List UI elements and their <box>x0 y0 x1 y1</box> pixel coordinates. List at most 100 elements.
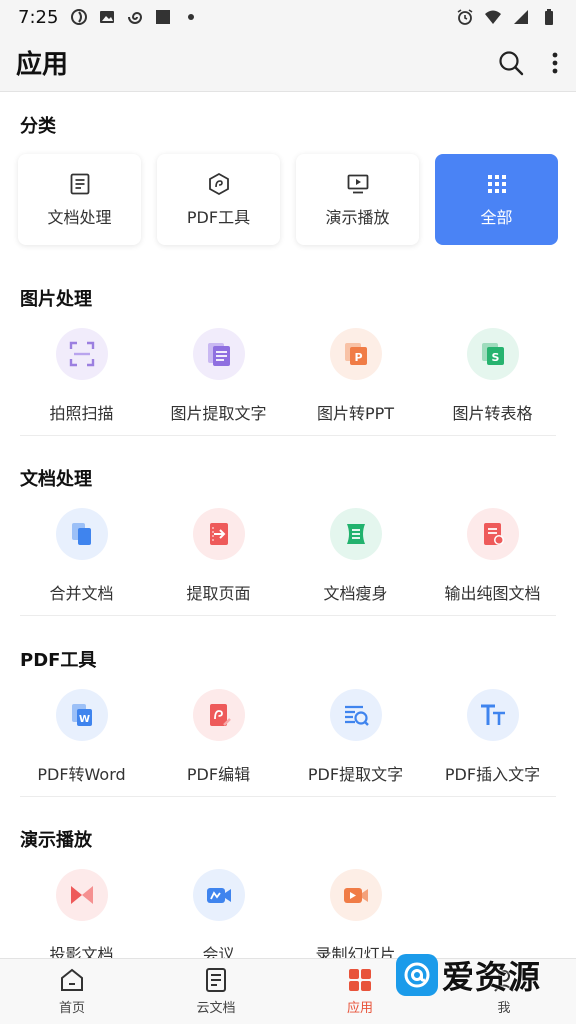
tool-label: 文档瘦身 <box>323 584 388 603</box>
nav-label: 首页 <box>58 1001 85 1016</box>
nav-cloud-docs[interactable]: 云文档 <box>144 959 288 1024</box>
swirl-notification-icon <box>128 12 143 24</box>
tool-merge-docs[interactable]: 合并文档 <box>13 508 150 604</box>
tool-label: 合并文档 <box>49 584 114 603</box>
tool-label: 图片转表格 <box>452 404 533 423</box>
pdf-edit-icon <box>209 704 231 726</box>
tool-pdf-edit[interactable]: PDF编辑 <box>150 689 287 785</box>
image-to-ppt-icon: P <box>344 343 367 365</box>
tool-label: 图片转PPT <box>316 404 395 423</box>
tool-photo-scan[interactable]: 拍照扫描 <box>13 328 150 424</box>
category-presentation[interactable]: 演示播放 <box>296 154 419 245</box>
cloud-doc-icon <box>206 968 226 992</box>
presentation-icon <box>347 174 368 193</box>
tool-label: 录制幻灯片 <box>315 945 396 958</box>
section-title-pdf-tools: PDF工具 <box>20 650 97 671</box>
signal-icon <box>514 10 528 24</box>
meeting-icon <box>206 888 231 903</box>
tool-label: 拍照扫描 <box>49 404 114 423</box>
tool-projection[interactable]: 投影文档 <box>13 869 150 958</box>
document-icon <box>70 173 89 194</box>
alarm-icon <box>457 9 473 25</box>
nav-label: 应用 <box>346 1001 373 1016</box>
tool-label: 提取页面 <box>186 584 251 603</box>
svg-text:P: P <box>354 351 362 364</box>
battery-icon <box>545 9 553 25</box>
apps-content[interactable]: 分类 文档处理 PDF工具 演示播放 全部 图片处理 拍照扫描 图片提取文字 P… <box>0 92 576 958</box>
tool-image-to-sheet[interactable]: S 图片转表格 <box>424 328 561 424</box>
tool-doc-slim[interactable]: 文档瘦身 <box>287 508 424 604</box>
section-title-presentation: 演示播放 <box>20 830 92 851</box>
app-notification-icon <box>71 9 88 25</box>
doc-processing-grid: 合并文档 提取页面 文档瘦身 输出纯图文档 <box>0 508 576 604</box>
presentation-grid: 投影文档 会议 录制幻灯片 <box>0 869 576 958</box>
watermark-text: 爱资源 <box>442 958 542 996</box>
tool-pdf-to-word[interactable]: W PDF转Word <box>13 689 150 785</box>
slim-icon <box>346 524 365 544</box>
search-icon[interactable] <box>498 50 524 76</box>
wifi-icon <box>485 10 501 24</box>
category-all[interactable]: 全部 <box>435 154 558 245</box>
section-title-doc-processing: 文档处理 <box>20 469 92 490</box>
dot-notification-icon <box>188 14 195 20</box>
record-slides-icon <box>343 888 368 903</box>
tool-label: PDF插入文字 <box>444 765 541 784</box>
tool-pdf-insert-text[interactable]: PDF插入文字 <box>424 689 561 785</box>
tool-label: PDF编辑 <box>186 765 251 784</box>
scan-icon <box>69 341 94 367</box>
pdf-to-word-icon: W <box>71 704 92 726</box>
pdf-icon <box>208 172 229 195</box>
tool-extract-pages[interactable]: 提取页面 <box>150 508 287 604</box>
tool-image-to-ppt[interactable]: P 图片转PPT <box>287 328 424 424</box>
pdf-insert-text-icon <box>480 704 505 725</box>
image-text-icon <box>207 343 230 366</box>
tool-label: PDF转Word <box>37 765 126 784</box>
category-pdf-tools[interactable]: PDF工具 <box>157 154 280 245</box>
pdf-extract-text-icon <box>344 705 369 726</box>
square-notification-icon <box>156 10 171 24</box>
home-icon <box>61 968 83 991</box>
tool-label: 投影文档 <box>49 945 114 958</box>
status-time: 7:25 <box>18 6 59 28</box>
nav-label: 云文档 <box>196 1001 236 1016</box>
nav-label: 我 <box>497 1001 511 1016</box>
category-label: 演示播放 <box>325 207 390 227</box>
tool-meeting[interactable]: 会议 <box>150 869 287 958</box>
page-title: 应用 <box>16 50 69 80</box>
tool-image-to-text[interactable]: 图片提取文字 <box>150 328 287 424</box>
image-processing-grid: 拍照扫描 图片提取文字 P 图片转PPT S 图片转表格 <box>0 328 576 424</box>
merge-icon <box>71 523 91 545</box>
tool-pdf-extract-text[interactable]: PDF提取文字 <box>287 689 424 785</box>
image-to-sheet-icon: S <box>481 343 504 365</box>
divider <box>20 796 556 797</box>
nav-home[interactable]: 首页 <box>0 959 144 1024</box>
image-doc-icon <box>483 523 504 545</box>
tool-export-image-doc[interactable]: 输出纯图文档 <box>424 508 561 604</box>
tool-label: 会议 <box>202 945 235 958</box>
extract-page-icon <box>209 523 228 545</box>
grid-icon <box>487 174 506 193</box>
watermark-at-icon <box>396 954 438 996</box>
divider <box>20 435 556 436</box>
tool-record-slides[interactable]: 录制幻灯片 <box>287 869 424 958</box>
svg-text:S: S <box>491 351 499 364</box>
tool-label: 输出纯图文档 <box>444 584 541 603</box>
category-label: 全部 <box>480 207 513 227</box>
image-notification-icon <box>100 11 115 23</box>
divider <box>20 615 556 616</box>
pdf-tools-grid: W PDF转Word PDF编辑 PDF提取文字 PDF插入文字 <box>0 689 576 785</box>
category-row: 文档处理 PDF工具 演示播放 全部 <box>18 154 558 245</box>
tool-label: PDF提取文字 <box>307 765 404 784</box>
category-label: PDF工具 <box>186 207 251 227</box>
status-bar: 7:25 <box>0 0 576 34</box>
app-header: 应用 <box>0 34 576 92</box>
category-doc-processing[interactable]: 文档处理 <box>18 154 141 245</box>
category-label: 文档处理 <box>47 207 112 227</box>
svg-text:W: W <box>78 714 89 725</box>
watermark-logo: 爱资源 <box>396 952 541 998</box>
apps-icon <box>349 969 371 991</box>
projection-icon <box>70 886 93 904</box>
section-title-categories: 分类 <box>20 116 56 137</box>
more-options-icon[interactable] <box>550 50 560 76</box>
section-title-image-processing: 图片处理 <box>20 289 92 310</box>
